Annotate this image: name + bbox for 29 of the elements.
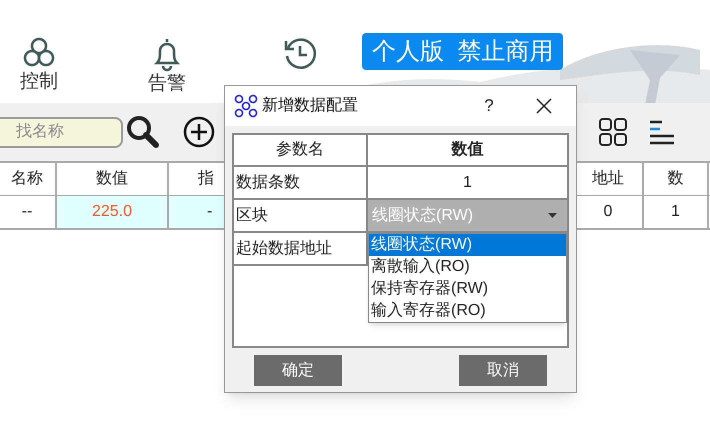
value-cell-text: 1	[462, 172, 473, 192]
add-icon[interactable]	[183, 116, 215, 148]
caret-icon	[548, 213, 557, 218]
table-cell: 1	[644, 196, 709, 228]
dialog-title: 新增数据配置	[262, 96, 358, 116]
dropdown-option[interactable]: 输入寄存器(RO)	[369, 300, 566, 322]
dropdown-option[interactable]: 离散输入(RO)	[369, 256, 566, 278]
parameter-name: 数据条数	[234, 167, 368, 198]
close-icon[interactable]	[536, 98, 552, 114]
dropdown-option[interactable]: 线圈状态(RW)	[369, 234, 566, 256]
column-header: 名称	[0, 163, 57, 195]
search-field[interactable]: 找名称	[0, 116, 123, 148]
history-icon	[282, 36, 318, 72]
toolbar-label[interactable]: 控制	[20, 70, 58, 94]
toolbar-label[interactable]: 告警	[148, 72, 186, 96]
parameter-name: 起始数据地址	[234, 233, 368, 264]
list-icon[interactable]	[648, 119, 676, 145]
table-cell: 225.0	[57, 196, 169, 228]
column-header: 数值	[450, 140, 484, 160]
search-icon[interactable]	[126, 115, 160, 149]
column-header: 数	[644, 163, 709, 195]
dialog-button[interactable]: 确定	[254, 355, 342, 386]
dialog-button[interactable]: 取消	[459, 355, 547, 386]
help-button[interactable]: ?	[474, 93, 504, 119]
edition-badge: 个人版 禁止商用	[362, 33, 564, 70]
grid-icon[interactable]	[598, 117, 628, 147]
dropdown-option[interactable]: 保持寄存器(RW)	[369, 278, 566, 300]
column-header: 参数名	[234, 135, 368, 165]
network-icon	[234, 94, 258, 118]
